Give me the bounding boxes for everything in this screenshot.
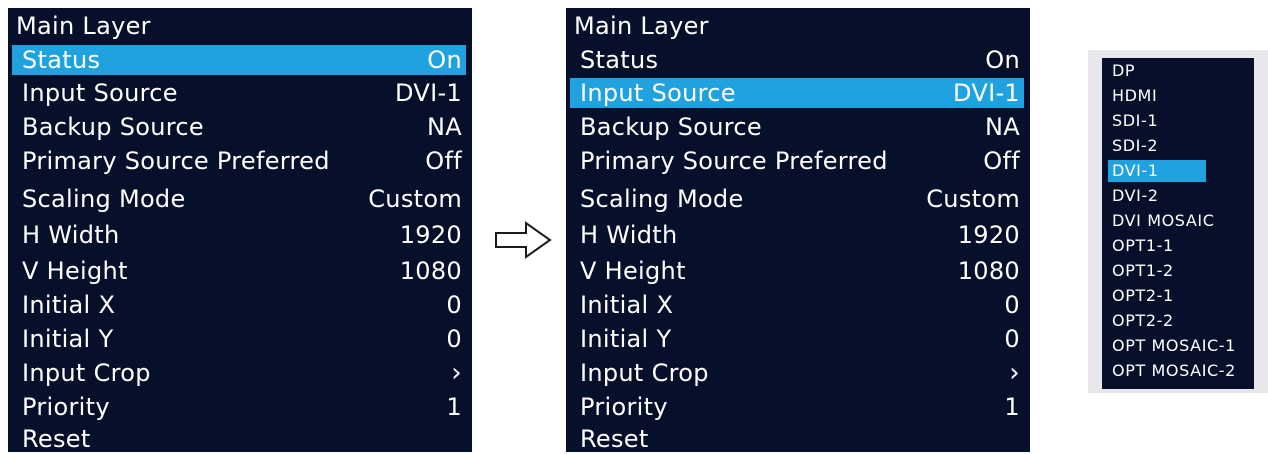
menu-row-label: Priority [22, 393, 110, 421]
menu-row-initial-x[interactable]: Initial X 0 [12, 290, 466, 320]
source-option-opt1-1[interactable]: OPT1-1 [1112, 235, 1174, 257]
source-option-list: DP HDMI SDI-1 SDI-2 DVI-1 DVI-2 DVI MOSAIC OPT1… [1102, 58, 1254, 389]
source-option-sdi-2[interactable]: SDI-2 [1112, 135, 1158, 157]
menu-row-h-width[interactable]: H Width 1920 [570, 220, 1024, 250]
menu-row-input-crop[interactable]: Input Crop › [570, 358, 1024, 388]
menu-row-primary-source-preferred[interactable]: Primary Source Preferred Off [12, 146, 466, 176]
menu-row-reset[interactable]: Reset [570, 424, 1024, 454]
menu-row-backup-source[interactable]: Backup Source NA [570, 112, 1024, 142]
menu-row-value: 1080 [399, 257, 462, 285]
menu-row-initial-y[interactable]: Initial Y 0 [570, 324, 1024, 354]
menu-row-priority[interactable]: Priority 1 [12, 392, 466, 422]
menu-row-label: H Width [22, 221, 120, 249]
menu-row-value: NA [985, 113, 1020, 141]
menu-row-value: 0 [1004, 325, 1020, 353]
menu-row-value: 0 [446, 291, 462, 319]
main-layer-menu-before: Main Layer Status On Input Source DVI-1 Back… [8, 8, 472, 454]
menu-row-reset[interactable]: Reset [12, 424, 466, 454]
chevron-right-icon: › [1009, 358, 1020, 388]
menu-row-input-source[interactable]: Input Source DVI-1 [570, 78, 1024, 108]
menu-row-initial-y[interactable]: Initial Y 0 [12, 324, 466, 354]
menu-row-label: Scaling Mode [22, 185, 186, 213]
menu-row-value: 1920 [957, 221, 1020, 249]
menu-row-h-width[interactable]: H Width 1920 [12, 220, 466, 250]
source-option-dvi-1[interactable]: DVI-1 [1108, 160, 1206, 182]
menu-row-value: 0 [1004, 291, 1020, 319]
menu-row-label: Status [580, 46, 659, 74]
menu-row-label: Backup Source [22, 113, 204, 141]
menu-row-v-height[interactable]: V Height 1080 [570, 256, 1024, 286]
menu-row-status[interactable]: Status On [570, 45, 1024, 75]
source-option-opt2-2[interactable]: OPT2-2 [1112, 310, 1174, 332]
menu-row-value: 1080 [957, 257, 1020, 285]
menu-row-value: NA [427, 113, 462, 141]
menu-row-label: Initial X [580, 291, 674, 319]
menu-row-value: Custom [368, 185, 462, 213]
menu-row-input-source[interactable]: Input Source DVI-1 [12, 78, 466, 108]
menu-row-label: Input Crop [580, 359, 709, 387]
menu-row-value: 1 [1004, 393, 1020, 421]
menu-row-value: Custom [926, 185, 1020, 213]
menu-row-label: Scaling Mode [580, 185, 744, 213]
menu-row-value: Off [983, 147, 1020, 175]
menu-row-priority[interactable]: Priority 1 [570, 392, 1024, 422]
source-option-dvi-2[interactable]: DVI-2 [1112, 185, 1159, 207]
menu-row-value: On [427, 46, 462, 74]
menu-row-label: Input Crop [22, 359, 151, 387]
right-arrow-outline-icon [494, 220, 552, 260]
source-option-dvi-mosaic[interactable]: DVI MOSAIC [1112, 210, 1214, 232]
main-layer-menu-after: Main Layer Status On Input Source DVI-1 Back… [566, 8, 1030, 454]
menu-row-label: Primary Source Preferred [22, 147, 330, 175]
menu-row-label: Status [22, 46, 101, 74]
menu-row-status[interactable]: Status On [12, 45, 466, 75]
source-option-opt-mosaic-1[interactable]: OPT MOSAIC-1 [1112, 335, 1236, 357]
source-option-opt-mosaic-2[interactable]: OPT MOSAIC-2 [1112, 360, 1236, 382]
input-source-dropdown: DP HDMI SDI-1 SDI-2 DVI-1 DVI-2 DVI MOSAIC OPT1… [1088, 50, 1268, 393]
menu-row-label: Initial Y [580, 325, 672, 353]
chevron-right-icon: › [451, 358, 462, 388]
menu-row-label: V Height [22, 257, 128, 285]
menu-row-initial-x[interactable]: Initial X 0 [570, 290, 1024, 320]
source-option-hdmi[interactable]: HDMI [1112, 85, 1157, 107]
menu-row-value: 1920 [399, 221, 462, 249]
menu-row-value: On [985, 46, 1020, 74]
menu-row-v-height[interactable]: V Height 1080 [12, 256, 466, 286]
menu-row-value: DVI-1 [395, 79, 462, 107]
menu-row-backup-source[interactable]: Backup Source NA [12, 112, 466, 142]
menu-row-label: Backup Source [580, 113, 762, 141]
menu-row-scaling-mode[interactable]: Scaling Mode Custom [570, 184, 1024, 214]
menu-title: Main Layer [16, 12, 151, 40]
menu-row-label: Priority [580, 393, 668, 421]
source-option-dp[interactable]: DP [1112, 60, 1135, 82]
menu-row-label: H Width [580, 221, 678, 249]
menu-row-label: Reset [22, 425, 91, 453]
menu-row-label: Reset [580, 425, 649, 453]
menu-row-value: 1 [446, 393, 462, 421]
menu-row-value: 0 [446, 325, 462, 353]
menu-row-scaling-mode[interactable]: Scaling Mode Custom [12, 184, 466, 214]
menu-row-label: V Height [580, 257, 686, 285]
menu-row-value: Off [425, 147, 462, 175]
source-option-sdi-1[interactable]: SDI-1 [1112, 110, 1158, 132]
menu-row-label: Initial Y [22, 325, 114, 353]
menu-row-label: Input Source [22, 79, 178, 107]
menu-row-primary-source-preferred[interactable]: Primary Source Preferred Off [570, 146, 1024, 176]
menu-row-input-crop[interactable]: Input Crop › [12, 358, 466, 388]
menu-row-label: Primary Source Preferred [580, 147, 888, 175]
menu-row-label: Input Source [580, 79, 736, 107]
source-option-opt1-2[interactable]: OPT1-2 [1112, 260, 1174, 282]
menu-row-label: Initial X [22, 291, 116, 319]
menu-title: Main Layer [574, 12, 709, 40]
menu-row-value: DVI-1 [953, 79, 1020, 107]
source-option-opt2-1[interactable]: OPT2-1 [1112, 285, 1174, 307]
